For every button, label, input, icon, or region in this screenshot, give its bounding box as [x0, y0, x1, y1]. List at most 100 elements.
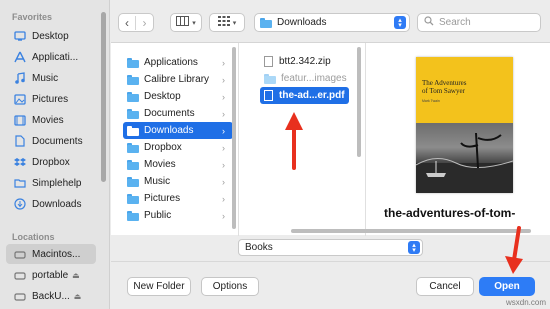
back-forward-control: ‹ ›: [118, 13, 154, 32]
item-label: btt2.342.zip: [279, 56, 331, 67]
favorites-heading: Favorites: [12, 12, 53, 22]
list-item[interactable]: Movies ›: [123, 156, 233, 173]
folder-icon: [127, 125, 139, 136]
columns-view-icon: [176, 16, 190, 29]
sidebar-item-label: Music: [32, 72, 59, 84]
format-bar: Books ▴ ▾: [111, 236, 550, 260]
sidebar-item-portable[interactable]: portable ⏏: [6, 265, 96, 285]
column-1-scrollbar[interactable]: [232, 47, 236, 229]
desktop-icon: [13, 30, 26, 43]
book-cover-thumbnail: The Adventures of Tom Sawyer Mark Twain: [416, 57, 513, 193]
folder-icon: [127, 193, 139, 204]
sidebar: Favorites Desktop Applicati... Music Pic…: [0, 0, 110, 309]
item-label: Applications: [144, 57, 198, 68]
list-item[interactable]: btt2.342.zip: [260, 53, 335, 70]
sidebar-item-simplehelp[interactable]: Simplehelp: [6, 173, 96, 193]
folder-icon: [127, 57, 139, 68]
book-cover-photo: [416, 123, 513, 193]
list-item[interactable]: Documents ›: [123, 105, 233, 122]
item-label: Movies: [144, 159, 176, 170]
format-popup[interactable]: Books ▴ ▾: [238, 239, 423, 256]
item-label: Documents: [144, 108, 195, 119]
folder-icon: [127, 142, 139, 153]
item-label: Downloads: [144, 125, 194, 136]
back-icon[interactable]: ‹: [119, 15, 136, 30]
group-button[interactable]: ▾: [209, 13, 245, 32]
list-item[interactable]: Music ›: [123, 173, 233, 190]
sidebar-item-label: Documents: [32, 135, 83, 147]
dropbox-icon: [13, 156, 26, 169]
search-field[interactable]: Search: [417, 13, 541, 32]
book-title: The Adventures of Tom Sawyer: [422, 79, 507, 95]
annotation-arrow-up-icon: [285, 112, 303, 170]
chevron-right-icon: ›: [222, 159, 225, 170]
list-item[interactable]: Desktop ›: [123, 88, 233, 105]
sidebar-item-label: Movies: [32, 114, 64, 126]
chevron-right-icon: ›: [222, 91, 225, 102]
folder-icon: [127, 108, 139, 119]
eject-icon[interactable]: ⏏: [72, 271, 80, 280]
path-label: Downloads: [277, 17, 327, 28]
sidebar-item-label: Desktop: [32, 30, 69, 42]
search-placeholder: Search: [439, 17, 471, 28]
sidebar-item-documents[interactable]: Documents: [6, 131, 96, 151]
horizontal-scrollbar[interactable]: [291, 229, 531, 233]
sidebar-item-macintosh-hd[interactable]: Macintos...: [6, 244, 96, 264]
item-label: Desktop: [144, 91, 181, 102]
open-button[interactable]: Open: [479, 277, 535, 296]
list-item[interactable]: Pictures ›: [123, 190, 233, 207]
options-button[interactable]: Options: [201, 277, 259, 296]
forward-icon[interactable]: ›: [136, 16, 153, 30]
path-popup[interactable]: Downloads ▴ ▾: [254, 13, 410, 32]
annotation-arrow-down-icon: [505, 226, 523, 274]
folder-icon: [127, 176, 139, 187]
sidebar-item-pictures[interactable]: Pictures: [6, 89, 96, 109]
sidebar-item-desktop[interactable]: Desktop: [6, 26, 96, 46]
book-title-line1: The Adventures: [422, 79, 467, 87]
item-label: Dropbox: [144, 142, 182, 153]
chevron-right-icon: ›: [222, 125, 225, 136]
locations-heading: Locations: [12, 232, 55, 242]
chevron-right-icon: ›: [222, 193, 225, 204]
list-item: featur...images: [260, 70, 351, 87]
list-item-selected[interactable]: the-ad...er.pdf: [260, 87, 349, 104]
sidebar-item-dropbox[interactable]: Dropbox: [6, 152, 96, 172]
sidebar-item-movies[interactable]: Movies: [6, 110, 96, 130]
list-item[interactable]: Dropbox ›: [123, 139, 233, 156]
disk-icon: [13, 269, 26, 282]
column-2-scrollbar[interactable]: [357, 47, 361, 157]
chevron-down-icon: ▾: [192, 19, 196, 27]
disk-icon: [13, 248, 26, 261]
item-label: Calibre Library: [144, 74, 210, 85]
new-folder-button[interactable]: New Folder: [127, 277, 191, 296]
sidebar-scrollbar[interactable]: [101, 12, 106, 182]
sidebar-item-label: Pictures: [32, 93, 69, 105]
sidebar-item-label: Dropbox: [32, 156, 70, 168]
item-label: featur...images: [281, 73, 347, 84]
chevron-right-icon: ›: [222, 108, 225, 119]
music-icon: [13, 72, 26, 85]
view-mode-button[interactable]: ▾: [170, 13, 202, 32]
sidebar-item-label: Macintos...: [32, 248, 81, 260]
file-browser: Applications › Calibre Library › Desktop › …: [111, 42, 550, 236]
folder-icon: [264, 73, 276, 84]
preview-pane: The Adventures of Tom Sawyer Mark Twain t…: [367, 43, 550, 236]
bottom-bar: New Folder Options Cancel Open: [111, 261, 550, 309]
sidebar-item-applications[interactable]: Applicati...: [6, 47, 96, 67]
sidebar-item-label: Downloads: [32, 198, 82, 210]
sidebar-item-backup[interactable]: BackU... ⏏: [6, 286, 96, 306]
eject-icon[interactable]: ⏏: [74, 292, 82, 301]
list-item-selected[interactable]: Downloads ›: [123, 122, 233, 139]
book-author: Mark Twain: [422, 99, 440, 103]
item-label: Public: [144, 210, 172, 221]
disk-icon: [13, 290, 26, 303]
sidebar-item-music[interactable]: Music: [6, 68, 96, 88]
sidebar-item-downloads[interactable]: Downloads: [6, 194, 96, 214]
list-item[interactable]: Calibre Library ›: [123, 71, 233, 88]
grid-icon: [217, 16, 230, 29]
list-item[interactable]: Public ›: [123, 207, 233, 224]
list-item[interactable]: Applications ›: [123, 54, 233, 71]
sidebar-item-label: portable: [32, 269, 69, 281]
cancel-button[interactable]: Cancel: [416, 277, 474, 296]
watermark: wsxdn.com: [505, 298, 546, 307]
